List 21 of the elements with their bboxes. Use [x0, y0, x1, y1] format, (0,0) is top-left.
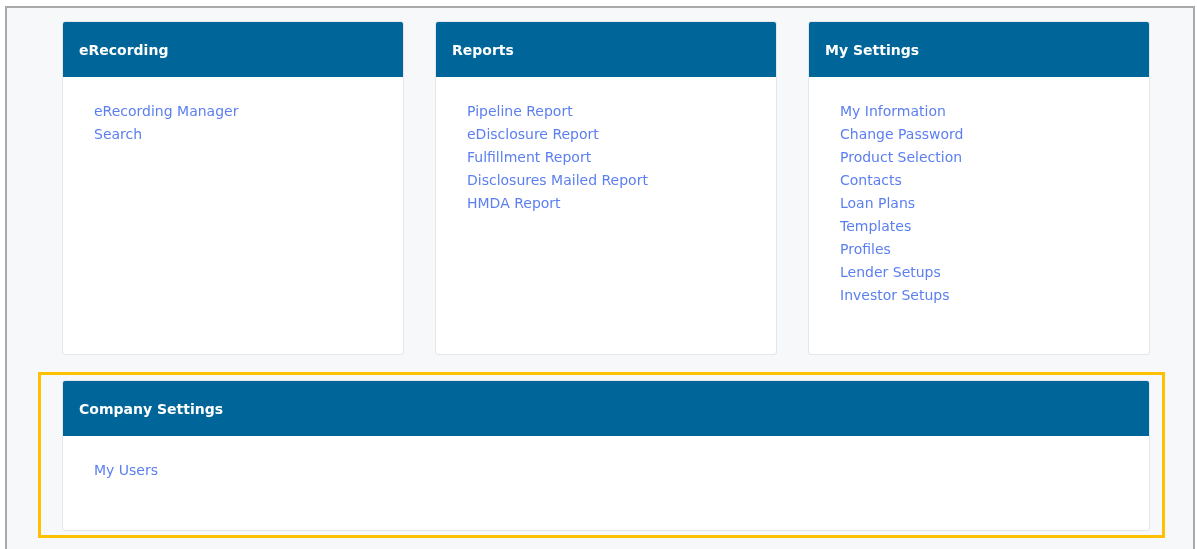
panel-link[interactable]: My Information	[840, 100, 946, 123]
panel-link[interactable]: Search	[94, 123, 143, 146]
panel-link[interactable]: Disclosures Mailed Report	[467, 169, 648, 192]
panel-link[interactable]: Loan Plans	[840, 192, 916, 215]
panel-link[interactable]: Product Selection	[840, 146, 963, 169]
panel-title: Company Settings	[79, 400, 223, 417]
panel-link[interactable]: Fulfillment Report	[467, 146, 592, 169]
panel-link[interactable]: Change Password	[840, 123, 964, 146]
panel-title: Reports	[452, 41, 514, 58]
panel-link[interactable]: My Users	[94, 459, 159, 482]
panel-link[interactable]: Templates	[840, 215, 912, 238]
panel-title: eRecording	[79, 41, 169, 58]
panel-link[interactable]: Profiles	[840, 238, 891, 261]
panel-link[interactable]: Contacts	[840, 169, 902, 192]
panel-link[interactable]: eRecording Manager	[94, 100, 239, 123]
panel-link[interactable]: HMDA Report	[467, 192, 561, 215]
panel-title: My Settings	[825, 41, 919, 58]
panel-link[interactable]: eDisclosure Report	[467, 123, 599, 146]
panel-link[interactable]: Investor Setups	[840, 284, 950, 307]
panel-link[interactable]: Pipeline Report	[467, 100, 573, 123]
panel-link[interactable]: Lender Setups	[840, 261, 941, 284]
